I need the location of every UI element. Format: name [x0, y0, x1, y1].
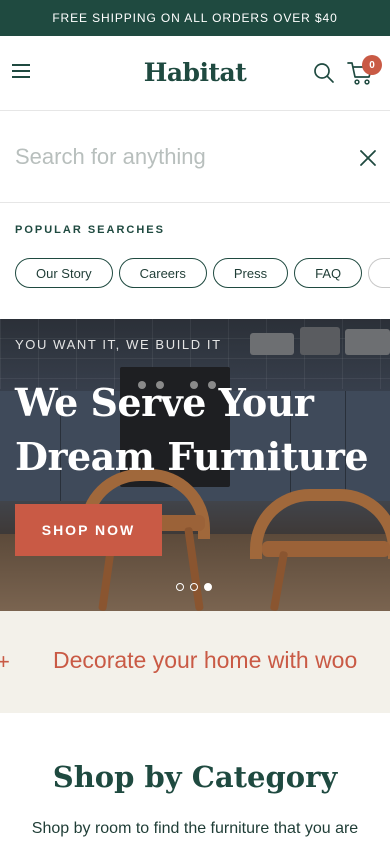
- chip-next-partial[interactable]: [368, 258, 390, 288]
- popular-searches-title: POPULAR SEARCHES: [15, 224, 165, 236]
- chip-careers[interactable]: Careers: [118, 258, 207, 288]
- hero-kicker: YOU WANT IT, WE BUILD IT: [15, 337, 222, 352]
- hamburger-menu-icon[interactable]: [12, 64, 32, 82]
- logo-text[interactable]: Habitat: [144, 58, 247, 87]
- popular-searches-chips: Our Story Careers Press FAQ: [15, 258, 390, 288]
- close-icon[interactable]: [358, 148, 378, 168]
- promo-text: FREE SHIPPING ON ALL ORDERS OVER $40: [52, 11, 338, 25]
- search-icon[interactable]: [313, 62, 335, 84]
- cart-count-badge: 0: [362, 55, 382, 75]
- carousel-dot-2[interactable]: [190, 583, 198, 591]
- carousel-dots: [176, 583, 212, 591]
- carousel-dot-3[interactable]: [204, 583, 212, 591]
- announcement-marquee: + Decorate your home with woo: [0, 611, 390, 713]
- section-subtitle: Shop by room to find the furniture that …: [31, 820, 359, 837]
- chip-our-story[interactable]: Our Story: [15, 258, 113, 288]
- site-header: Habitat: [0, 36, 390, 111]
- hero-pot: [345, 329, 390, 355]
- chip-faq[interactable]: FAQ: [294, 258, 363, 288]
- search-bar: [0, 111, 390, 203]
- chip-press[interactable]: Press: [212, 258, 289, 288]
- section-title: Shop by Category: [52, 760, 338, 794]
- shop-now-button[interactable]: SHOP NOW: [15, 504, 162, 556]
- hero-pot: [300, 327, 340, 355]
- marquee-text: Decorate your home with woo: [53, 647, 358, 673]
- hero-title: We Serve Your Dream Furniture: [15, 380, 369, 479]
- carousel-dot-1[interactable]: [176, 583, 184, 591]
- search-input[interactable]: [15, 141, 335, 173]
- hero-pot: [250, 333, 294, 355]
- promo-bar: FREE SHIPPING ON ALL ORDERS OVER $40: [0, 0, 390, 36]
- marquee-separator: +: [0, 649, 10, 674]
